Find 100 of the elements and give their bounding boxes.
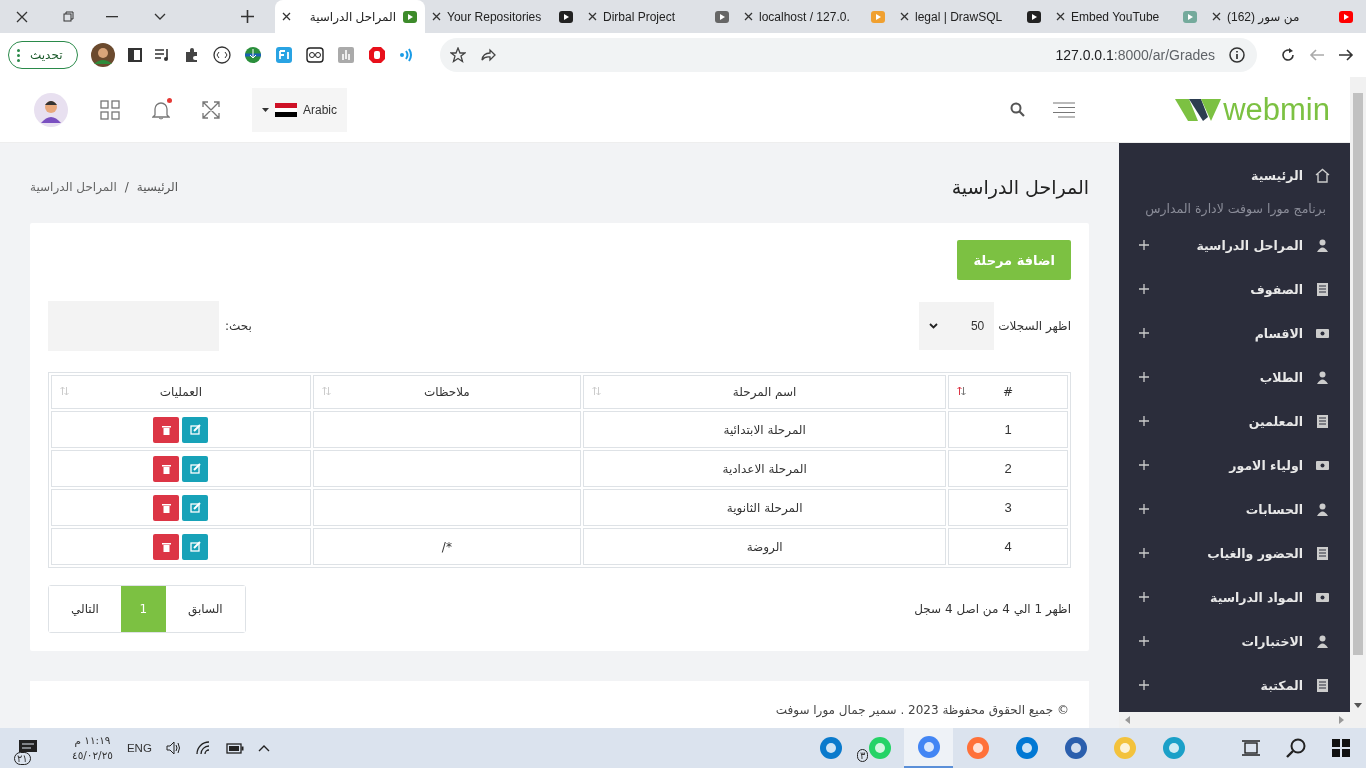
sidebar-item[interactable]: اولياء الامور <box>1229 457 1303 473</box>
close-icon[interactable] <box>588 12 597 21</box>
expand-icon[interactable] <box>1139 372 1149 382</box>
app-icon <box>1063 736 1088 760</box>
browser-tab[interactable]: Your Repositories <box>425 0 581 33</box>
fi-extension-icon[interactable] <box>274 46 293 64</box>
language-dropdown[interactable]: Arabic <box>252 87 347 132</box>
sidebar-item[interactable]: الحضور والغياب <box>1207 545 1303 561</box>
delete-button[interactable] <box>153 494 180 521</box>
expand-icon[interactable] <box>1139 328 1149 338</box>
ad-block-icon[interactable] <box>367 46 386 64</box>
browser-tab[interactable]: localhost / 127.0. <box>737 0 893 33</box>
close-icon[interactable] <box>900 12 909 21</box>
expand-icon[interactable] <box>1139 284 1149 294</box>
edit-button[interactable] <box>182 494 209 521</box>
close-icon[interactable] <box>282 12 291 21</box>
column-header[interactable]: # <box>948 375 1068 409</box>
scroll-down-icon[interactable] <box>1354 703 1362 708</box>
expand-icon[interactable] <box>1139 680 1149 690</box>
profile-avatar[interactable] <box>90 43 115 67</box>
input-language[interactable]: ENG <box>126 742 152 754</box>
signal-icon[interactable] <box>398 47 415 63</box>
expand-icon[interactable] <box>1139 240 1149 250</box>
playlist-icon[interactable] <box>154 48 171 62</box>
expand-icon[interactable] <box>1139 548 1149 558</box>
share-icon[interactable] <box>479 47 496 63</box>
search-icon[interactable] <box>1010 102 1026 117</box>
browser-tab[interactable]: Dirbal Project <box>581 0 737 33</box>
clock-date[interactable]: ٤٥/٠٢/٢٥ <box>72 748 113 763</box>
star-icon[interactable] <box>449 47 466 63</box>
stage-name: المرحلة الاعدادية <box>722 461 807 476</box>
expand-icon[interactable] <box>1139 504 1149 514</box>
expand-icon[interactable] <box>1139 460 1149 470</box>
bell-icon[interactable] <box>152 99 170 120</box>
edit-button[interactable] <box>182 416 209 443</box>
address-bar[interactable]: 127.0.0.1:8000/ar/Grades <box>439 38 1257 72</box>
new-tab-icon[interactable] <box>241 10 254 23</box>
trash-icon <box>161 463 171 474</box>
owl-icon[interactable] <box>305 46 324 64</box>
search-icon[interactable] <box>1286 738 1306 758</box>
browser-tab[interactable]: Embed YouTube <box>1049 0 1205 33</box>
fullscreen-icon[interactable] <box>202 100 220 119</box>
extensions-icon[interactable] <box>183 47 200 63</box>
code-icon[interactable] <box>212 46 231 64</box>
sidebar-item[interactable]: الطلاب <box>1259 369 1303 385</box>
column-header[interactable]: اسم المرحلة <box>583 375 947 409</box>
delete-button[interactable] <box>153 455 180 482</box>
chevron-up-icon[interactable] <box>257 744 270 752</box>
edit-button[interactable] <box>182 533 209 560</box>
info-icon[interactable] <box>1229 47 1245 63</box>
expand-icon[interactable] <box>1139 636 1149 646</box>
taskbar-app[interactable]: ٣ <box>855 728 904 768</box>
close-icon[interactable] <box>1212 12 1221 21</box>
close-icon[interactable] <box>1056 12 1065 21</box>
browser-tab[interactable]: legal | DrawSQL <box>893 0 1049 33</box>
sidebar-item[interactable]: المكتبة <box>1260 677 1303 693</box>
forward-icon[interactable] <box>1338 47 1354 63</box>
wifi-icon[interactable] <box>195 741 212 755</box>
browser-tab[interactable]: المراحل الدراسية <box>275 0 425 33</box>
menu-icon[interactable] <box>1053 101 1076 118</box>
expand-icon[interactable] <box>1139 416 1149 426</box>
page-length-select[interactable]: 50 <box>919 302 995 350</box>
edit-button[interactable] <box>182 455 209 482</box>
chevron-down-icon[interactable] <box>154 12 166 21</box>
taskbar-app[interactable] <box>904 728 953 768</box>
sidebar-item[interactable]: الحسابات <box>1245 501 1303 517</box>
menu-item-icon <box>1315 677 1330 693</box>
breadcrumb-link[interactable]: الرئيسية <box>136 180 179 194</box>
reload-icon[interactable] <box>1280 47 1296 63</box>
close-icon[interactable] <box>16 10 28 23</box>
browser-tab[interactable]: (162) من سور <box>1205 0 1361 33</box>
sidebar-item[interactable]: الاقسام <box>1254 325 1303 341</box>
close-icon[interactable] <box>744 12 753 21</box>
update-button[interactable]: تحديث <box>8 41 78 69</box>
column-header[interactable]: ملاحظات <box>312 375 582 409</box>
start-icon[interactable] <box>1332 739 1350 757</box>
expand-icon[interactable] <box>1139 592 1149 602</box>
user-avatar[interactable] <box>34 92 68 127</box>
battery-icon[interactable] <box>225 742 244 754</box>
sidebar-item[interactable]: المواد الدراسية <box>1210 589 1303 605</box>
apps-grid-icon[interactable] <box>100 99 120 120</box>
sidebar-item[interactable]: المعلمين <box>1248 413 1303 429</box>
delete-button[interactable] <box>153 416 180 443</box>
task-view-icon[interactable] <box>1242 740 1260 756</box>
sidebar-item[interactable]: الرئيسية <box>1251 167 1303 183</box>
length-label: اظهر السجلات <box>998 319 1071 333</box>
volume-icon[interactable] <box>165 741 182 755</box>
column-header[interactable]: العمليات <box>51 375 311 409</box>
globe-download-icon[interactable] <box>243 46 262 64</box>
sidebar-item[interactable]: المراحل الدراسية <box>1196 237 1303 253</box>
vertical-scrollbar[interactable] <box>1350 77 1366 728</box>
minimize-icon[interactable] <box>106 15 118 18</box>
delete-button[interactable] <box>153 533 180 560</box>
side-panel-icon[interactable] <box>127 48 142 62</box>
sidebar-item[interactable]: الاختبارات <box>1241 633 1303 649</box>
close-icon[interactable] <box>432 12 441 21</box>
sidebar-item[interactable]: الصفوف <box>1250 281 1303 297</box>
restore-icon[interactable] <box>63 11 74 22</box>
clock-time[interactable]: ١١:١٩ م <box>74 733 111 748</box>
trash-icon <box>161 502 171 513</box>
